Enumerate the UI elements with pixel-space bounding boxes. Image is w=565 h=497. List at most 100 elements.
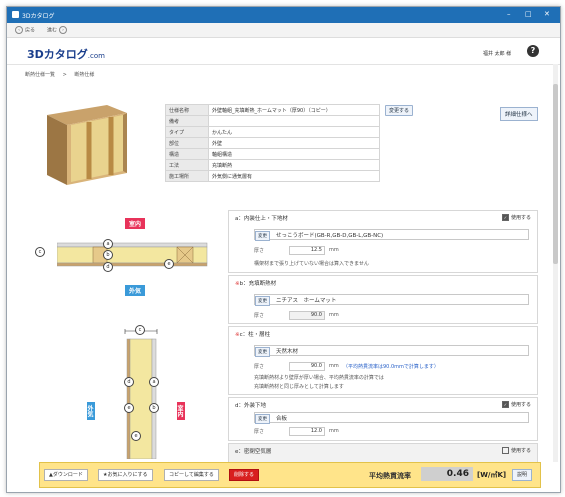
nav-bar: ‹ 戻る 進む › bbox=[7, 23, 560, 38]
diagram-label-a-vertical: a bbox=[149, 377, 159, 387]
layer-title: ※b：充填断熱材 bbox=[235, 279, 276, 287]
layer-title: d：外装下地 bbox=[235, 403, 266, 409]
use-checkbox[interactable]: ✓ 使用する bbox=[501, 401, 531, 408]
breadcrumb: 断熱仕様一覧 > 断熱仕様 bbox=[25, 71, 100, 78]
diagram-label-c: c bbox=[35, 247, 45, 257]
detail-spec-button[interactable]: 詳細仕様へ bbox=[500, 107, 538, 121]
thickness-unit: mm bbox=[329, 247, 339, 253]
spec-key: 部位 bbox=[165, 137, 209, 149]
vertical-section-diagram bbox=[124, 329, 158, 459]
material-name: 天然木材 bbox=[276, 349, 299, 355]
breadcrumb-item-list[interactable]: 断熱仕様一覧 bbox=[25, 72, 55, 78]
explain-button[interactable]: 説明 bbox=[512, 469, 533, 481]
spec-table: 仕様名称 外壁軸組_充填断熱_ホームマット（厚90）（コピー） 備考 タイプ かんた… bbox=[165, 104, 380, 182]
spec-key: 施工場所 bbox=[165, 170, 209, 182]
back-button[interactable]: ‹ 戻る bbox=[15, 26, 35, 34]
thickness-input[interactable]: 12.5 bbox=[289, 246, 325, 255]
close-icon[interactable]: ✕ bbox=[544, 10, 550, 18]
layer-card-e: e：密閉空気層 使用する bbox=[228, 443, 538, 463]
layer-title: ※c：柱・層柱 bbox=[235, 330, 270, 338]
change-material-button[interactable]: 変更 bbox=[255, 296, 270, 306]
rate-value: 0.46 bbox=[421, 467, 473, 481]
diagram-label-e: e bbox=[164, 259, 174, 269]
thickness-input: 90.0 bbox=[289, 311, 325, 320]
change-material-button[interactable]: 変更 bbox=[255, 414, 270, 424]
use-label: 使用する bbox=[510, 215, 531, 221]
outdoor-label-top: 外気 bbox=[125, 285, 146, 296]
spec-value: 外気側に通気層有 bbox=[208, 170, 380, 182]
check-icon: ✓ bbox=[501, 401, 509, 408]
layer-title: a：内装仕上・下地材 bbox=[235, 216, 288, 222]
checkbox-icon bbox=[501, 447, 509, 454]
app-window: 3Dカタログ – □ ✕ ‹ 戻る 進む › 3Dカタログ.com 福井 太郎 様 … bbox=[6, 6, 561, 493]
thickness-input[interactable]: 90.0 bbox=[289, 362, 325, 371]
layer-card-a: a：内装仕上・下地材 ✓ 使用する 変更 せっこうボード(GB-R,GB-D,GB… bbox=[228, 210, 538, 273]
header: 3Dカタログ.com 福井 太郎 様 ? bbox=[7, 38, 560, 65]
material-name: 合板 bbox=[276, 416, 288, 422]
change-name-button[interactable]: 変更する bbox=[385, 105, 414, 116]
spec-key: 構造 bbox=[165, 148, 209, 160]
thickness-unit: mm bbox=[329, 312, 339, 318]
horizontal-section-diagram bbox=[57, 242, 208, 267]
rate-label: 平均熱貫流率 bbox=[369, 472, 411, 480]
diagram-label-b-vertical: b bbox=[149, 403, 159, 413]
rate-unit: [W/㎡K] bbox=[477, 471, 507, 479]
favorite-button[interactable]: ★お気に入りにする bbox=[98, 469, 153, 481]
change-material-button[interactable]: 変更 bbox=[255, 347, 270, 357]
change-material-button[interactable]: 変更 bbox=[255, 231, 270, 241]
scrollbar[interactable] bbox=[553, 64, 558, 462]
spec-value bbox=[208, 115, 380, 127]
use-checkbox[interactable]: 使用する bbox=[501, 447, 531, 454]
copy-edit-button[interactable]: コピーして編集する bbox=[164, 469, 219, 481]
download-button[interactable]: ▲ダウンロード bbox=[44, 469, 88, 481]
spec-key: タイプ bbox=[165, 126, 209, 138]
check-icon: ✓ bbox=[501, 214, 509, 221]
indoor-label-top: 室内 bbox=[125, 218, 146, 229]
use-label: 使用する bbox=[510, 448, 531, 454]
thickness-label: 厚さ bbox=[254, 248, 265, 254]
footer-bar: ▲ダウンロード ★お気に入りにする コピーして編集する 削除する 平均熱貫流率 … bbox=[39, 462, 541, 488]
outdoor-label-side: 外気 bbox=[86, 402, 95, 420]
thickness-input[interactable]: 12.0 bbox=[289, 427, 325, 436]
title-bar: 3Dカタログ – □ ✕ bbox=[7, 7, 560, 23]
spec-value: 軸組構造 bbox=[208, 148, 380, 160]
spec-value: 外壁 bbox=[208, 137, 380, 149]
forward-button[interactable]: 進む › bbox=[47, 26, 69, 34]
scroll-thumb[interactable] bbox=[553, 84, 558, 264]
thickness-unit: mm bbox=[329, 428, 339, 434]
spec-value: 充填断熱 bbox=[208, 159, 380, 171]
forward-arrow-icon: › bbox=[59, 26, 68, 34]
material-name: せっこうボード(GB-R,GB-D,GB-L,GB-NC) bbox=[276, 233, 384, 239]
spec-row: タイプ かんたん bbox=[165, 126, 380, 138]
layer-title-text: c：柱・層柱 bbox=[239, 332, 271, 338]
thickness-label: 厚さ bbox=[254, 429, 265, 435]
layer-card-b: ※b：充填断熱材 変更 ニチアス ホームマット 厚さ 90.0 mm bbox=[228, 275, 538, 324]
wall-3d-thumbnail bbox=[47, 105, 127, 185]
user-name[interactable]: 福井 太郎 様 bbox=[483, 50, 511, 57]
spec-row: 部位 外壁 bbox=[165, 137, 380, 149]
layer-title-text: b：充填断熱材 bbox=[239, 281, 277, 287]
maximize-icon[interactable]: □ bbox=[525, 10, 532, 18]
spec-value: かんたん bbox=[208, 126, 380, 138]
layer-card-d: d：外装下地 ✓ 使用する 変更 合板 厚さ 12.0 mm bbox=[228, 397, 538, 441]
spec-key: 工法 bbox=[165, 159, 209, 171]
logo[interactable]: 3Dカタログ.com bbox=[27, 46, 105, 62]
breadcrumb-item-current: 断熱仕様 bbox=[74, 72, 95, 78]
diagram-label-b: b bbox=[103, 250, 113, 260]
logo-suffix: .com bbox=[87, 52, 105, 60]
help-icon[interactable]: ? bbox=[527, 45, 539, 57]
delete-button[interactable]: 削除する bbox=[229, 469, 260, 481]
use-checkbox[interactable]: ✓ 使用する bbox=[501, 214, 531, 221]
thickness-label: 厚さ bbox=[254, 364, 265, 370]
thickness-unit: mm bbox=[329, 363, 339, 369]
layer-card-c: ※c：柱・層柱 変更 天然木材 厚さ 90.0 mm （平均熱貫流率は90.0m… bbox=[228, 326, 538, 395]
layer-note: 充填断熱材より壁厚が厚い場合、平均熱貫流率の計算では bbox=[254, 375, 384, 381]
thickness-label: 厚さ bbox=[254, 313, 265, 319]
spec-row: 工法 充填断熱 bbox=[165, 159, 380, 171]
use-label: 使用する bbox=[510, 402, 531, 408]
minimize-icon[interactable]: – bbox=[507, 10, 511, 18]
back-arrow-icon: ‹ bbox=[15, 26, 23, 34]
window-title: 3Dカタログ bbox=[22, 13, 55, 20]
spec-value: 外壁軸組_充填断熱_ホームマット（厚90）（コピー） bbox=[208, 104, 380, 116]
breadcrumb-separator: > bbox=[62, 72, 67, 78]
